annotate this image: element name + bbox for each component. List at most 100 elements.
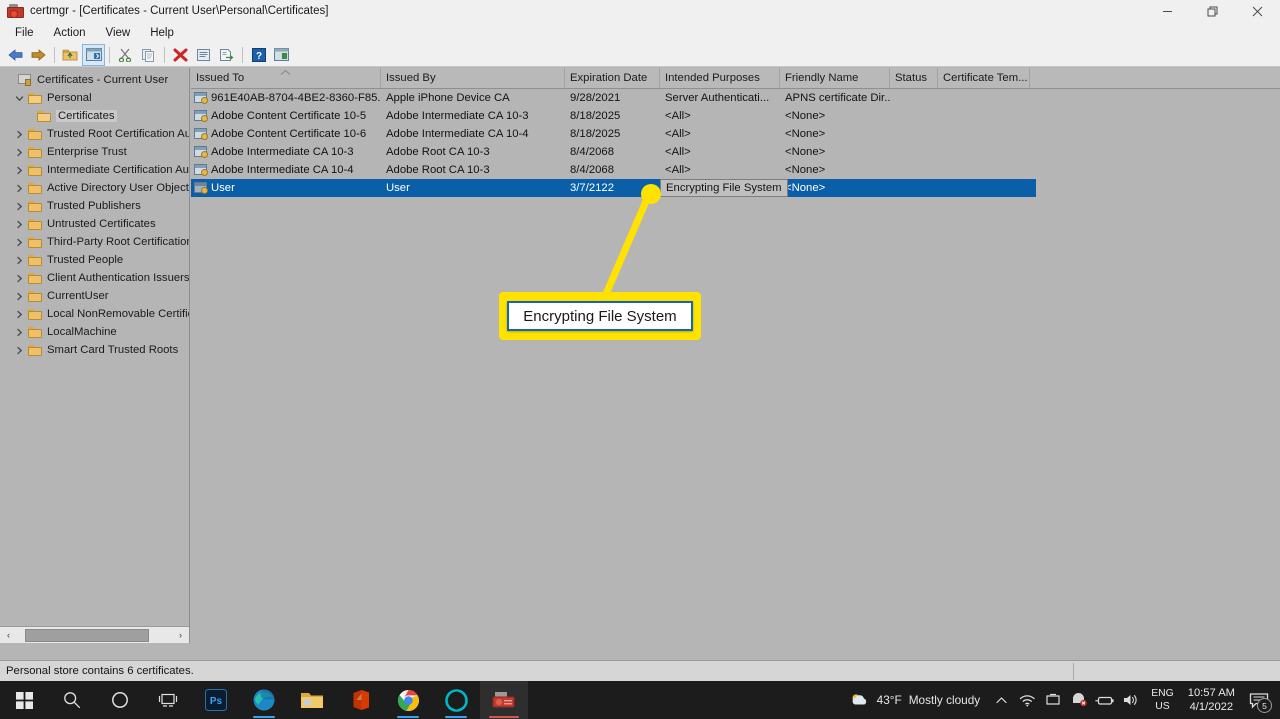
sidebar-item-certificates[interactable]: Certificates [0, 107, 189, 125]
column-header-friendly-name[interactable]: Friendly Name [780, 68, 890, 88]
menu-help[interactable]: Help [141, 25, 183, 41]
folder-icon [36, 107, 53, 125]
column-header-intended-purposes[interactable]: Intended Purposes [660, 68, 780, 88]
task-view-icon[interactable] [144, 681, 192, 719]
chevron-right-icon[interactable] [12, 215, 27, 233]
folder-icon [27, 323, 44, 341]
scroll-left-arrow-icon[interactable]: ‹ [0, 628, 17, 643]
sidebar-item-trusted-publishers[interactable]: Trusted Publishers [0, 197, 189, 215]
sidebar-item-localmachine[interactable]: LocalMachine [0, 323, 189, 341]
language-indicator[interactable]: ENG US [1144, 681, 1181, 719]
cell-certificate-template [938, 107, 1030, 125]
cortana-icon[interactable] [96, 681, 144, 719]
table-row[interactable]: 961E40AB-8704-4BE2-8360-F85... Apple iPh… [191, 89, 1280, 107]
microsoft-office-icon[interactable] [336, 681, 384, 719]
column-header-expiration-date[interactable]: Expiration Date [565, 68, 660, 88]
chevron-right-icon[interactable] [12, 251, 27, 269]
table-row[interactable]: Adobe Content Certificate 10-6 Adobe Int… [191, 125, 1280, 143]
chevron-down-icon[interactable] [12, 89, 27, 107]
scrollbar-thumb[interactable] [25, 628, 149, 642]
menu-file[interactable]: File [6, 25, 43, 41]
start-button[interactable] [0, 681, 48, 719]
svg-text:?: ? [255, 51, 261, 62]
chevron-right-icon[interactable] [12, 197, 27, 215]
google-chrome-icon[interactable] [384, 681, 432, 719]
sidebar-item-label: Trusted Root Certification Au [47, 128, 190, 140]
properties-icon[interactable] [192, 44, 215, 66]
sidebar-item-smart-card-trusted-roots[interactable]: Smart Card Trusted Roots [0, 341, 189, 359]
sidebar-item-enterprise-trust[interactable]: Enterprise Trust [0, 143, 189, 161]
sidebar-item-trusted-root-certification-authorities[interactable]: Trusted Root Certification Au [0, 125, 189, 143]
wifi-icon[interactable] [1014, 681, 1040, 719]
restore-icon[interactable] [1190, 0, 1235, 22]
scroll-right-arrow-icon[interactable]: › [172, 628, 189, 643]
sidebar-item-trusted-people[interactable]: Trusted People [0, 251, 189, 269]
opera-icon[interactable] [432, 681, 480, 719]
chevron-right-icon[interactable] [12, 233, 27, 251]
show-hide-console-tree-icon[interactable] [82, 43, 105, 66]
sidebar-item-client-authentication-issuers[interactable]: Client Authentication Issuers [0, 269, 189, 287]
tree-root-certificates-current-user[interactable]: Certificates - Current User [0, 71, 189, 89]
chevron-right-icon[interactable] [12, 179, 27, 197]
sidebar-item-third-party-root-certification-authorities[interactable]: Third-Party Root Certification [0, 233, 189, 251]
cell-friendly-name: <None> [785, 128, 826, 140]
notification-center-icon[interactable]: 5 [1242, 681, 1276, 719]
weather-widget[interactable]: 43°F Mostly cloudy [842, 681, 989, 719]
chevron-right-icon[interactable] [12, 341, 27, 359]
sidebar-item-local-nonremovable-certificates[interactable]: Local NonRemovable Certific [0, 305, 189, 323]
table-row[interactable]: Adobe Intermediate CA 10-4 Adobe Root CA… [191, 161, 1280, 179]
chevron-right-icon[interactable] [12, 125, 27, 143]
up-folder-icon[interactable] [59, 44, 82, 66]
help-icon[interactable]: ? [247, 44, 270, 66]
column-header-issued-by[interactable]: Issued By [381, 68, 565, 88]
close-icon[interactable] [1235, 0, 1280, 22]
file-explorer-icon[interactable] [288, 681, 336, 719]
copy-icon[interactable] [137, 44, 160, 66]
new-window-icon[interactable] [270, 44, 293, 66]
sidebar-item-personal[interactable]: Personal [0, 89, 189, 107]
sidebar-item-untrusted-certificates[interactable]: Untrusted Certificates [0, 215, 189, 233]
chevron-right-icon[interactable] [12, 161, 27, 179]
column-header-certificate-template[interactable]: Certificate Tem... [938, 68, 1030, 88]
clock[interactable]: 10:57 AM 4/1/2022 [1181, 681, 1242, 719]
table-row[interactable]: Adobe Intermediate CA 10-3 Adobe Root CA… [191, 143, 1280, 161]
table-row-selected[interactable]: User User 3/7/2122 Encrypting File Syste… [191, 179, 1036, 197]
chevron-right-icon[interactable] [12, 287, 27, 305]
forward-icon[interactable] [27, 44, 50, 66]
microsoft-edge-icon[interactable] [240, 681, 288, 719]
sidebar-item-intermediate-certification-authorities[interactable]: Intermediate Certification Au [0, 161, 189, 179]
sound-muted-icon[interactable] [1066, 681, 1092, 719]
sidebar-item-label: CurrentUser [47, 290, 109, 302]
show-hidden-icons-chevron-icon[interactable] [988, 681, 1014, 719]
column-header-status[interactable]: Status [890, 68, 938, 88]
certmgr-taskbar-icon[interactable] [480, 681, 528, 719]
cell-expiration-date: 8/4/2068 [570, 146, 614, 158]
cell-issued-to: Adobe Intermediate CA 10-4 [211, 164, 354, 176]
table-row[interactable]: Adobe Content Certificate 10-5 Adobe Int… [191, 107, 1280, 125]
sidebar-item-active-directory-user-object[interactable]: Active Directory User Object [0, 179, 189, 197]
back-icon[interactable] [4, 44, 27, 66]
menu-view[interactable]: View [97, 25, 140, 41]
volume-icon[interactable] [1118, 681, 1144, 719]
column-header-issued-to[interactable]: Issued To [191, 68, 381, 88]
intended-purposes-tooltip: Encrypting File System [660, 179, 788, 197]
notification-badge-count: 5 [1257, 698, 1272, 713]
export-icon[interactable] [215, 44, 238, 66]
battery-icon[interactable] [1092, 681, 1118, 719]
sidebar-item-currentuser[interactable]: CurrentUser [0, 287, 189, 305]
tree-horizontal-scrollbar[interactable]: ‹ › [0, 626, 189, 643]
chevron-right-icon[interactable] [12, 143, 27, 161]
delete-icon[interactable] [169, 44, 192, 66]
onedrive-icon[interactable] [1040, 681, 1066, 719]
search-icon[interactable] [48, 681, 96, 719]
cell-status [890, 143, 938, 161]
cut-icon[interactable] [114, 44, 137, 66]
scrollbar-track[interactable] [17, 627, 172, 643]
chevron-right-icon[interactable] [12, 323, 27, 341]
photoshop-icon[interactable]: Ps [192, 681, 240, 719]
annotation-callout-box: Encrypting File System [507, 301, 693, 331]
menu-action[interactable]: Action [45, 25, 95, 41]
chevron-right-icon[interactable] [12, 269, 27, 287]
minimize-icon[interactable] [1145, 0, 1190, 22]
chevron-right-icon[interactable] [12, 305, 27, 323]
